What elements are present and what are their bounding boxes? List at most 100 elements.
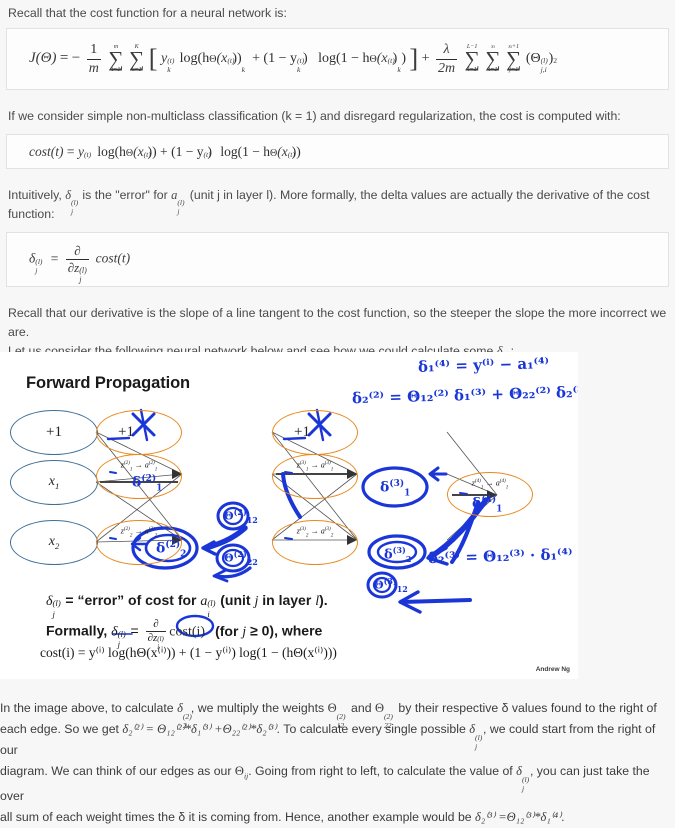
cf-eq: = bbox=[59, 50, 69, 67]
hand-equation-delta-output: δ₁⁽⁴⁾ = y⁽ⁱ⁾ − a₁⁽⁴⁾ bbox=[417, 354, 550, 376]
cf-log1: log(h bbox=[179, 51, 210, 67]
sc-lhs: cost(t) bbox=[29, 143, 64, 159]
cf-minus: − bbox=[71, 50, 81, 67]
dd-fraction: ∂ ∂z (l) j bbox=[65, 243, 90, 284]
cf-y-sub: k bbox=[167, 65, 171, 75]
dd-lhs-sub: j bbox=[35, 265, 38, 275]
sc-x2-sup: (t) bbox=[287, 149, 295, 159]
dd-den: ∂z (l) j bbox=[66, 260, 89, 284]
cf-log2-theta: Θ bbox=[369, 54, 377, 66]
outro-line-3: diagram. We can think of our edges as ou… bbox=[0, 764, 650, 804]
cf-sum-5: sₗ+1 ∑ j=1 bbox=[506, 44, 521, 74]
node-l1-x2: x2 bbox=[10, 520, 98, 565]
hand-theta-3-12: Θ(3)12 bbox=[374, 576, 408, 594]
cf-plus2: + bbox=[421, 51, 430, 67]
figure-title: Forward Propagation bbox=[26, 374, 191, 392]
dd-num: ∂ bbox=[65, 243, 90, 260]
dd-rhs: cost(t) bbox=[95, 250, 131, 266]
delta-derivative-formula: δ (l) j = ∂ ∂z (l) j cost(t) bbox=[7, 243, 131, 284]
cf-plus: + bbox=[252, 51, 260, 67]
intro-line-3-a: Intuitively, bbox=[8, 188, 66, 202]
node-l1-x1: x1 bbox=[10, 460, 98, 505]
cf-sum-3-sym: ∑ bbox=[464, 46, 480, 71]
cf-y-sup: (t) bbox=[167, 56, 175, 66]
node-l3-bias-label: +1 bbox=[294, 424, 310, 440]
sc-onemin: (1 − y bbox=[171, 143, 204, 159]
hand-delta-l3-n1: δ(3)1 bbox=[380, 479, 411, 499]
hand-delta-l3-n2: δ(3)2 bbox=[384, 545, 412, 564]
hand-delta-l2-n2: δ(2)2 bbox=[156, 540, 187, 560]
outro-paragraph: In the image above, to calculate δ (2) 2, … bbox=[0, 698, 675, 828]
sc-x2: (x bbox=[277, 143, 288, 159]
intro-line-3-c: (unit j in layer l). More formally, the … bbox=[186, 188, 650, 202]
node-l2-a1-zmap: z(2)1 → a(2)1 bbox=[120, 460, 158, 473]
sc-log1: log(h bbox=[97, 143, 126, 159]
cf-sum-5-sym: ∑ bbox=[506, 46, 522, 71]
cf-lhs: J(Θ) bbox=[29, 50, 57, 67]
hand-delta-l2-n1: δ(2)1 bbox=[132, 474, 163, 494]
cf-log1-sub: k bbox=[241, 65, 246, 75]
cf-onemin-sup: (t) bbox=[296, 56, 305, 66]
dd-den-sup: (l) bbox=[79, 265, 87, 275]
cf-sum-1-sym: ∑ bbox=[108, 46, 124, 71]
cf-lambda: λ bbox=[435, 41, 458, 60]
cf-bracket-close: ] bbox=[409, 43, 419, 74]
simple-cost-formula: cost(t) = y (t) log(hΘ(x (t))) + (1 − y (t)… bbox=[7, 144, 301, 160]
hand-equation-delta-layer3: δ₂⁽³⁾ = Θ₁₂⁽³⁾ · δ₁⁽⁴⁾ . bbox=[427, 544, 578, 568]
intro-line-3-d: function: bbox=[8, 207, 55, 221]
delta-derivative-box: δ (l) j = ∂ ∂z (l) j cost(t) bbox=[6, 232, 669, 287]
dd-lhs-sup: (l) bbox=[35, 256, 43, 266]
sc-x-sup: (t) bbox=[143, 149, 151, 159]
figure-attribution: Andrew Ng bbox=[535, 666, 570, 673]
node-l3-bias: +1 bbox=[272, 410, 358, 455]
cf-log2-paren: ) bbox=[401, 51, 406, 67]
cf-log1-xsup: (t) bbox=[227, 56, 235, 66]
hand-delta-l4-n1: δ(4)1 bbox=[472, 495, 503, 515]
cf-log2: log(1 − h bbox=[318, 51, 370, 67]
sc-x: (x bbox=[133, 143, 144, 159]
sc-log2: log(1 − h bbox=[220, 143, 270, 159]
node-l3-a1-zmap: z(3)1 → a(3)1 bbox=[296, 460, 334, 473]
cf-frac-num: 1 bbox=[86, 41, 101, 60]
simple-cost-box: cost(t) = y (t) log(hΘ(x (t))) + (1 − y (t)… bbox=[6, 134, 669, 169]
intro-line-3: Intuitively, δ (l) j is the "error" for a(… bbox=[8, 188, 650, 221]
cf-frac-den: m bbox=[88, 60, 99, 76]
cf-sum-1: m ∑ t=1 bbox=[108, 44, 123, 74]
intro-line-3-b: is the "error" for bbox=[79, 188, 172, 202]
node-l1-bias-label: +1 bbox=[46, 424, 62, 440]
cf-sum-3: L−1 ∑ l=1 bbox=[465, 44, 480, 74]
neural-network-figure: Forward Propagation +1 x1 x2 +1 z(2)1 → … bbox=[0, 352, 578, 679]
cf-sum-4-sym: ∑ bbox=[485, 46, 501, 71]
cf-twom: 2m bbox=[437, 60, 456, 76]
node-l2-bias-label: +1 bbox=[118, 424, 134, 440]
cf-theta-pow: 2 bbox=[553, 56, 558, 66]
node-l1-bias: +1 bbox=[10, 410, 98, 455]
dd-den-a: ∂z bbox=[67, 260, 80, 275]
cf-onemin-text: (1 − y bbox=[263, 51, 297, 67]
cost-function-box: J(Θ) = − 1 m m ∑ t=1 K ∑ k=1 [ y (t) k log… bbox=[6, 28, 669, 90]
node-l1-x1-label: x1 bbox=[48, 474, 60, 491]
figure-caption-line-3: cost(i) = y⁽ⁱ⁾ log(hΘ(x⁽ⁱ⁾)) + (1 − y⁽ⁱ⁾… bbox=[40, 645, 337, 660]
cf-theta-sub: j,i bbox=[540, 65, 547, 75]
cf-fraction: 1 m bbox=[86, 41, 101, 76]
figure-caption-line-1: δ (l) j = “error” of cost for a (l) i (unit … bbox=[46, 592, 328, 619]
sc-onemin-sup: (t) bbox=[203, 149, 211, 159]
figure-caption-line-2: Formally, δ (l) j = ∂ ∂z (l) i cost(i) (for j ≥… bbox=[46, 618, 323, 652]
node-l3-a1: z(3)1 → a(3)1 bbox=[272, 454, 358, 499]
cf-reg-fraction: λ 2m bbox=[435, 41, 458, 76]
dd-eq: = bbox=[50, 250, 59, 266]
intro-line-2: If we consider simple non-multiclass cla… bbox=[0, 107, 675, 126]
cf-log1-x: (x bbox=[216, 51, 228, 67]
node-l1-x2-label: x2 bbox=[48, 534, 60, 551]
sc-eq: = bbox=[66, 143, 75, 159]
cf-log2-xsup: (t) bbox=[387, 56, 395, 66]
node-l2-bias: +1 bbox=[96, 410, 182, 455]
cost-function-formula: J(Θ) = − 1 m m ∑ t=1 K ∑ k=1 [ y (t) k log… bbox=[7, 41, 557, 76]
cf-onemin: (1 − y bbox=[263, 51, 297, 66]
node-l3-a2: z(3)2 → a(3)2 bbox=[272, 520, 358, 565]
cf-bracket-open: [ bbox=[148, 43, 158, 74]
cf-sum-2: K ∑ k=1 bbox=[129, 44, 144, 74]
hand-equation-delta-layer2: δ₂⁽²⁾ = Θ₁₂⁽²⁾ δ₁⁽³⁾ + Θ₂₂⁽²⁾ δ₂⁽³⁾ bbox=[351, 382, 578, 408]
hand-theta-2-12: Θ(2)12 bbox=[224, 507, 258, 525]
cf-theta-open: (Θ bbox=[525, 51, 541, 67]
